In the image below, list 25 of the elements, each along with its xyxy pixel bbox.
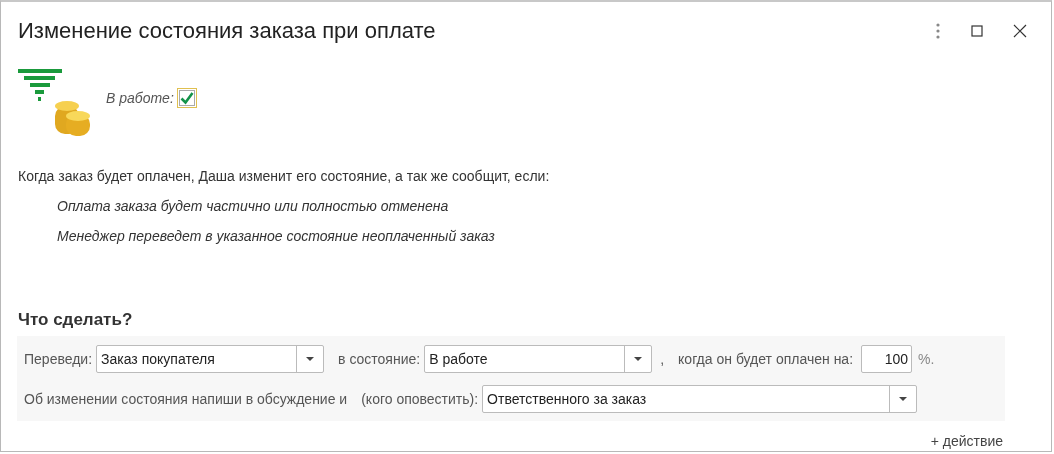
maximize-icon[interactable] [971, 25, 983, 37]
dropdown-icon [634, 357, 643, 361]
notify-label: Об изменении состояния напиши в обсуждение и [24, 391, 348, 407]
state-label: в состояние: [338, 351, 421, 367]
window-title: Изменение состояния заказа при оплате [18, 18, 436, 44]
description-text: Когда заказ будет оплачен, Даша изменит его состояние, а так же сообщит, если: [18, 168, 551, 184]
more-icon[interactable] [935, 23, 941, 39]
condition-text: Оплата заказа будет частично или полностью отменена [57, 198, 450, 214]
comma-text: , [660, 351, 665, 367]
paid-label: когда он будет оплачен на: [678, 351, 854, 367]
close-icon[interactable] [1013, 24, 1027, 38]
percent-field[interactable]: 100 [861, 345, 913, 373]
state-select[interactable]: В работе [424, 345, 653, 373]
document-select[interactable]: Заказ покупателя [96, 345, 325, 373]
condition-text: Менеджер переведет в указанное состояние неоплаченный заказ [57, 228, 496, 244]
recipient-select[interactable]: Ответственного за заказ [482, 385, 918, 413]
percent-sign: %. [918, 351, 935, 367]
section-heading: Что сделать? [18, 310, 134, 330]
in-progress-label: В работе: [106, 90, 174, 106]
whom-label: (кого оповестить): [361, 391, 479, 407]
dropdown-icon [899, 397, 908, 401]
dropdown-icon [306, 357, 315, 361]
add-action-link[interactable]: + действие [930, 433, 1003, 449]
move-label: Переведи: [24, 351, 93, 367]
in-progress-checkbox[interactable] [176, 88, 197, 108]
